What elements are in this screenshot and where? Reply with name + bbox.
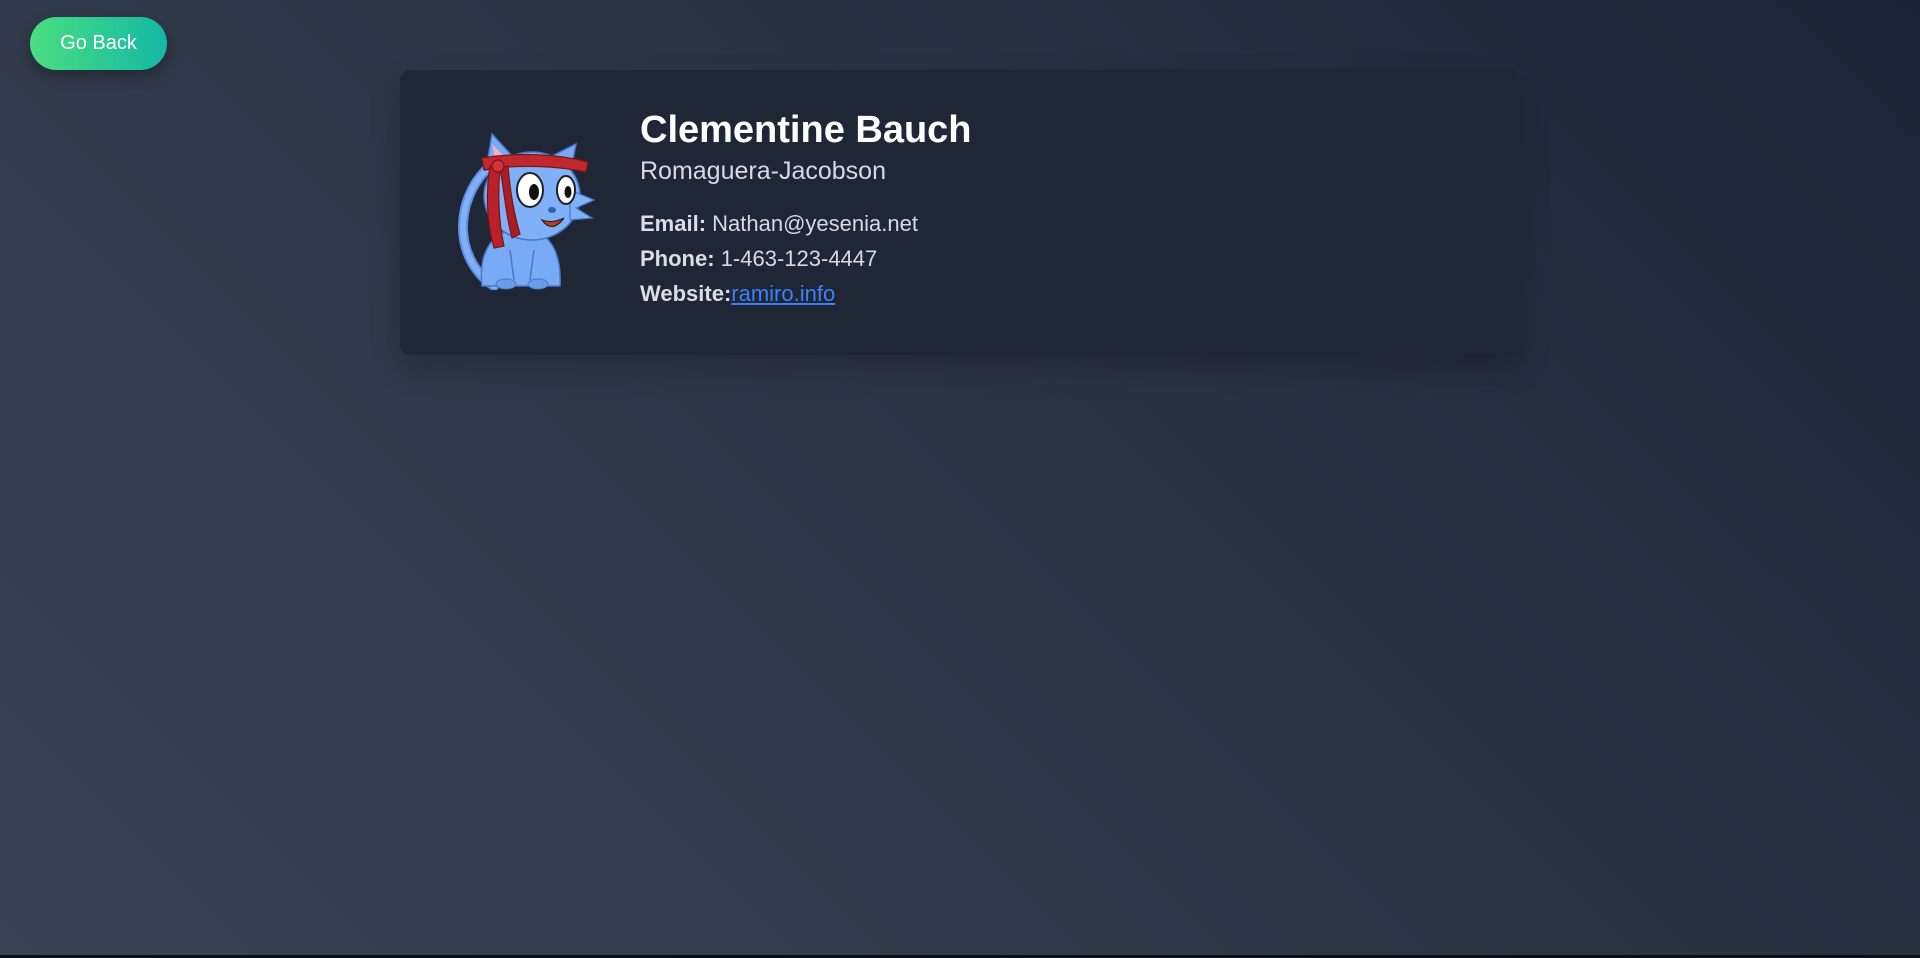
phone-value: 1-463-123-4447	[720, 246, 878, 271]
phone-label: Phone:	[640, 246, 715, 271]
website-row: Website:ramiro.info	[640, 276, 1480, 311]
website-label: Website:	[640, 281, 732, 306]
profile-name: Clementine Bauch	[640, 109, 972, 151]
phone-row: Phone: 1-463-123-4447	[640, 241, 1480, 276]
website-link[interactable]: ramiro.info	[731, 281, 835, 306]
email-row: Email: Nathan@yesenia.net	[640, 206, 1480, 241]
email-label: Email:	[640, 211, 707, 236]
profile-company: Romaguera-Jacobson	[640, 157, 886, 185]
go-back-button[interactable]: Go Back	[30, 17, 167, 70]
email-value: Nathan@yesenia.net	[712, 211, 918, 236]
contact-details: Email: Nathan@yesenia.net Phone: 1-463-1…	[640, 206, 1480, 311]
cat-avatar-icon	[458, 132, 596, 290]
profile-info: Clementine Bauch Romaguera-Jacobson Emai…	[640, 108, 1480, 311]
profile-card: Clementine Bauch Romaguera-Jacobson Emai…	[400, 70, 1520, 355]
